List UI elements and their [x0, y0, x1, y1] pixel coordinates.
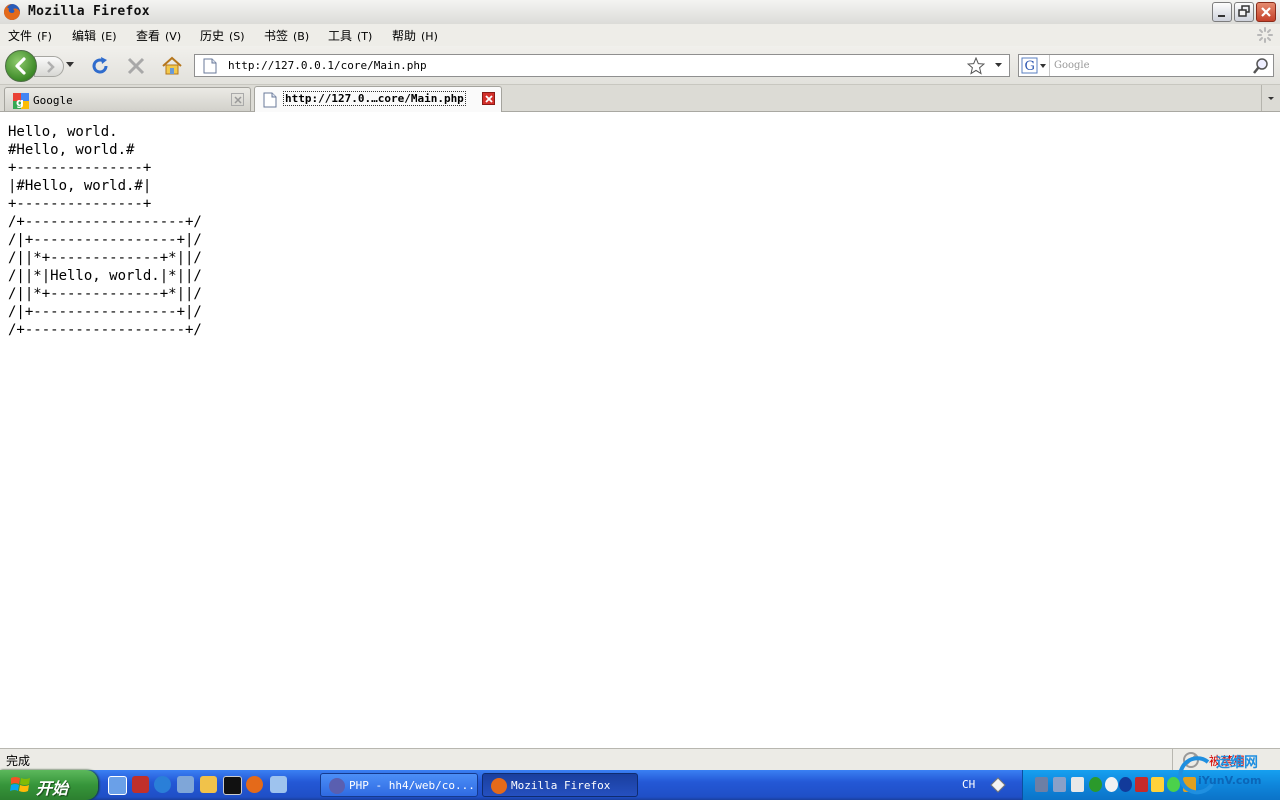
url-text[interactable]: http://127.0.0.1/core/Main.php	[228, 59, 427, 72]
search-engine-selector[interactable]: G	[1019, 55, 1050, 76]
forward-button[interactable]	[34, 56, 64, 77]
chevron-down-icon	[1268, 97, 1274, 100]
menu-help[interactable]: 帮助 (H)	[392, 27, 438, 44]
minimize-button[interactable]	[1212, 2, 1232, 22]
page-content: Hello, world. #Hello, world.# +---------…	[0, 112, 1280, 748]
tab-list-button[interactable]	[1261, 85, 1280, 111]
bookmark-star-icon[interactable]	[967, 57, 985, 75]
menu-history[interactable]: 历史 (S)	[200, 27, 245, 44]
status-bar: 完成 被禁用	[0, 748, 1280, 771]
tray-flag-icon[interactable]	[1135, 777, 1148, 792]
tray-p-icon[interactable]	[1119, 777, 1132, 792]
system-tray	[1022, 770, 1280, 800]
start-button[interactable]: 开始	[0, 770, 98, 800]
quicklaunch-network-icon[interactable]	[177, 776, 194, 793]
close-icon	[1261, 7, 1271, 17]
firefox-icon	[491, 778, 507, 794]
windows-logo-icon	[10, 777, 30, 792]
back-arrow-icon	[15, 57, 26, 75]
menu-edit[interactable]: 编辑 (E)	[72, 27, 117, 44]
tray-network-icon[interactable]	[1035, 777, 1048, 792]
tray-green-icon[interactable]	[1167, 777, 1180, 792]
input-method-icon[interactable]	[990, 777, 1006, 793]
taskbar-item-firefox[interactable]: Mozilla Firefox	[482, 773, 638, 797]
search-icon[interactable]	[1252, 57, 1270, 75]
back-button[interactable]	[5, 50, 37, 82]
menu-bar: 文件 (F) 编辑 (E) 查看 (V) 历史 (S) 书签 (B) 工具 (T) 帮助 (H…	[0, 24, 1280, 46]
tray-star-icon[interactable]	[1151, 777, 1164, 792]
quicklaunch-desktop-icon[interactable]	[270, 776, 287, 793]
search-box[interactable]: G Google	[1018, 54, 1274, 77]
tab-label: Google	[33, 94, 73, 107]
close-button[interactable]	[1256, 2, 1276, 22]
menu-file[interactable]: 文件 (F)	[8, 27, 52, 44]
tray-sync-icon[interactable]	[1089, 777, 1102, 792]
menu-bookmarks[interactable]: 书签 (B)	[264, 27, 309, 44]
tab-close-icon[interactable]	[482, 92, 495, 105]
minimize-icon	[1218, 15, 1225, 17]
quicklaunch-ie-icon[interactable]	[108, 776, 127, 795]
navigation-toolbar: http://127.0.0.1/core/Main.php G Google	[0, 46, 1280, 85]
page-icon	[203, 58, 217, 74]
history-dropdown-icon[interactable]	[66, 62, 74, 68]
quicklaunch-firefox-icon[interactable]	[246, 776, 263, 793]
language-indicator[interactable]: CH	[962, 778, 975, 791]
url-bar[interactable]: http://127.0.0.1/core/Main.php	[194, 54, 1010, 77]
tray-antivirus-icon[interactable]	[1105, 777, 1118, 792]
forward-arrow-icon	[47, 61, 55, 73]
url-dropdown-icon[interactable]	[995, 63, 1002, 68]
title-bar: Mozilla Firefox	[0, 0, 1280, 25]
taskbar-item-label: Mozilla Firefox	[511, 779, 611, 792]
restore-button[interactable]	[1234, 2, 1254, 22]
tab-main-php[interactable]: http://127.0.…core/Main.php	[254, 86, 502, 112]
quicklaunch-folder-icon[interactable]	[200, 776, 217, 793]
tab-google[interactable]: g Google	[4, 87, 251, 111]
firefox-logo-icon	[4, 4, 20, 20]
noscript-status: 被禁用	[1209, 754, 1246, 768]
start-label: 开始	[36, 779, 69, 798]
svg-text:g: g	[16, 96, 24, 109]
tray-network2-icon[interactable]	[1053, 777, 1066, 792]
eclipse-icon	[329, 778, 345, 794]
status-text: 完成	[6, 754, 31, 768]
google-engine-icon: G	[1021, 57, 1046, 74]
home-icon[interactable]	[161, 55, 183, 77]
tray-doc-icon[interactable]	[1071, 777, 1084, 792]
noscript-indicator[interactable]: 被禁用	[1172, 749, 1280, 771]
quicklaunch-app-icon[interactable]	[132, 776, 149, 793]
tab-label: http://127.0.…core/Main.php	[283, 91, 466, 106]
throbber-icon	[1257, 27, 1273, 43]
google-favicon-icon: g	[13, 93, 29, 109]
menu-tools[interactable]: 工具 (T)	[328, 27, 372, 44]
svg-text:G: G	[1025, 59, 1035, 74]
windows-taskbar: 开始 PHP - hh4/web/co... Mozilla Firefox C…	[0, 770, 1280, 800]
restore-icon	[1238, 5, 1250, 17]
script-output: Hello, world. #Hello, world.# +---------…	[8, 124, 202, 338]
tray-volume-icon[interactable]	[1183, 777, 1196, 792]
tab-close-icon[interactable]	[231, 93, 244, 106]
reload-icon[interactable]	[89, 55, 111, 77]
tab-bar: g Google http://127.0.…core/Main.php	[0, 85, 1280, 112]
taskbar-item-php[interactable]: PHP - hh4/web/co...	[320, 773, 478, 797]
quicklaunch-cmd-icon[interactable]	[223, 776, 242, 795]
search-placeholder[interactable]: Google	[1054, 60, 1090, 71]
quicklaunch-browser-icon[interactable]	[154, 776, 171, 793]
menu-view[interactable]: 查看 (V)	[136, 27, 181, 44]
stop-icon[interactable]	[125, 55, 147, 77]
page-favicon-icon	[263, 92, 277, 108]
taskbar-item-label: PHP - hh4/web/co...	[349, 779, 475, 792]
window-title: Mozilla Firefox	[28, 4, 150, 19]
noscript-icon	[1183, 752, 1199, 768]
